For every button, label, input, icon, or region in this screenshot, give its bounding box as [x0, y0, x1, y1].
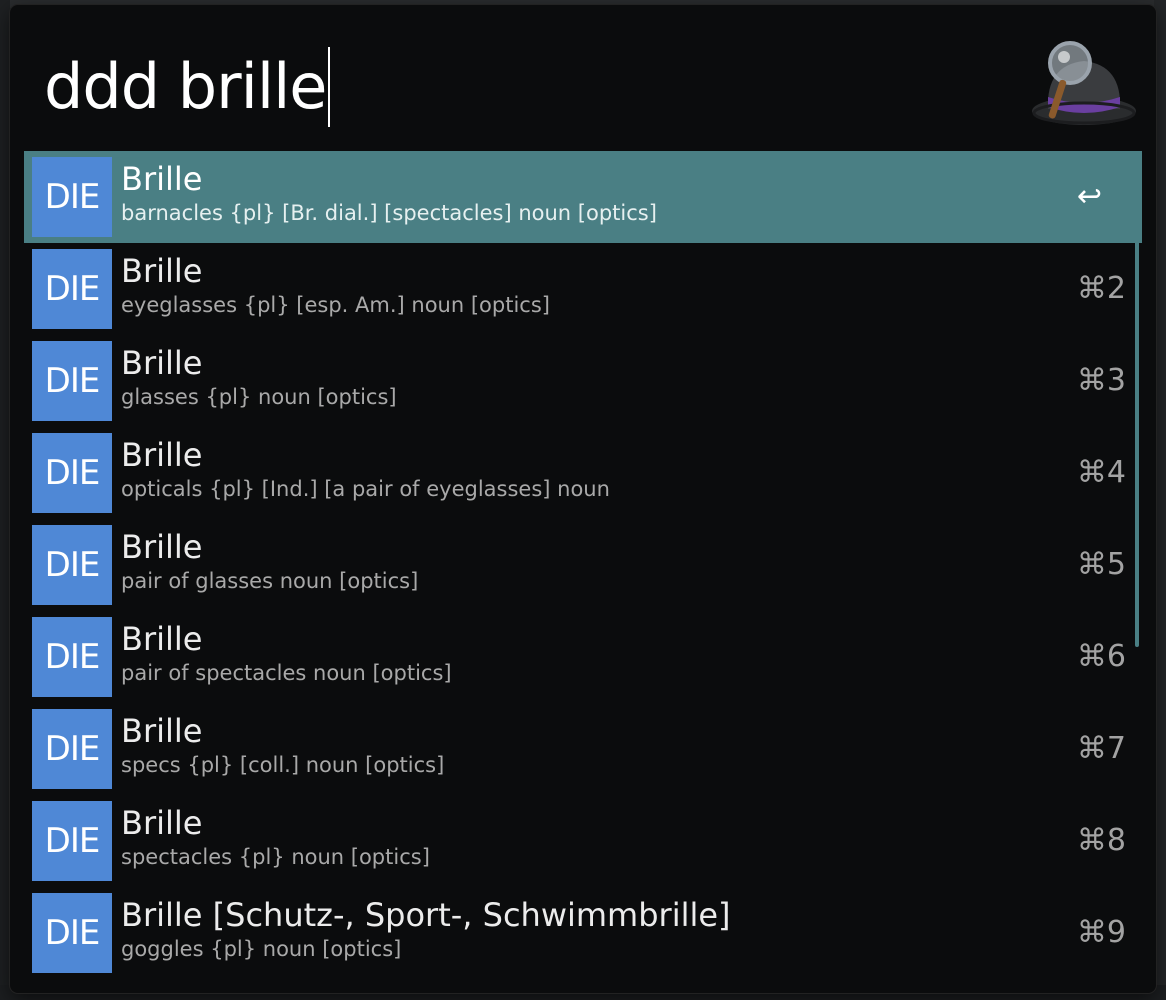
result-shortcut: ⌘3	[1076, 363, 1126, 398]
result-badge: DIE	[32, 709, 112, 789]
result-title: Brille	[121, 620, 203, 658]
search-query-text: ddd brille	[44, 50, 327, 123]
result-text: Brille barnacles {pl} [Br. dial.] [spect…	[121, 159, 1032, 227]
list-item[interactable]: DIE Brille glasses {pl} noun [optics] ⌘3	[24, 335, 1142, 427]
result-title: Brille	[121, 252, 203, 290]
list-item[interactable]: DIE Brille eyeglasses {pl} [esp. Am.] no…	[24, 243, 1142, 335]
result-badge: DIE	[32, 801, 112, 881]
result-text: Brille eyeglasses {pl} [esp. Am.] noun […	[121, 251, 1032, 319]
result-shortcut: ⌘8	[1076, 823, 1126, 858]
result-title: Brille [Schutz-, Sport-, Schwimmbrille]	[121, 896, 731, 934]
result-badge: DIE	[32, 617, 112, 697]
result-text: Brille spectacles {pl} noun [optics]	[121, 803, 1032, 871]
result-subtitle: spectacles {pl} noun [optics]	[121, 845, 430, 869]
alfred-logo-icon	[1032, 41, 1136, 125]
result-text: Brille opticals {pl} [Ind.] [a pair of e…	[121, 435, 1032, 503]
result-shortcut: ⌘6	[1076, 639, 1126, 674]
result-badge: DIE	[32, 433, 112, 513]
result-title: Brille	[121, 160, 203, 198]
result-badge: DIE	[32, 157, 112, 237]
text-caret	[328, 47, 331, 127]
search-input[interactable]: ddd brille	[44, 47, 331, 127]
result-shortcut: ⌘7	[1076, 731, 1126, 766]
results-scrollbar[interactable]	[1135, 155, 1139, 647]
result-badge: DIE	[32, 341, 112, 421]
result-shortcut: ⌘5	[1076, 547, 1126, 582]
launcher-panel: ddd brille DIE Brille barnacles {pl} [Br…	[10, 5, 1156, 993]
list-item[interactable]: DIE Brille opticals {pl} [Ind.] [a pair …	[24, 427, 1142, 519]
result-subtitle: barnacles {pl} [Br. dial.] [spectacles] …	[121, 201, 657, 225]
background-window-left	[0, 0, 10, 1000]
result-subtitle: pair of glasses noun [optics]	[121, 569, 419, 593]
result-title: Brille	[121, 804, 203, 842]
result-badge: DIE	[32, 525, 112, 605]
result-badge: DIE	[32, 249, 112, 329]
list-item[interactable]: DIE Brille barnacles {pl} [Br. dial.] [s…	[24, 151, 1142, 243]
list-item[interactable]: DIE Brille [Schutz-, Sport-, Schwimmbril…	[24, 887, 1142, 979]
result-text: Brille [Schutz-, Sport-, Schwimmbrille] …	[121, 895, 1032, 963]
result-shortcut: ⌘9	[1076, 915, 1126, 950]
list-item[interactable]: DIE Brille pair of glasses noun [optics]…	[24, 519, 1142, 611]
list-item[interactable]: DIE Brille spectacles {pl} noun [optics]…	[24, 795, 1142, 887]
result-subtitle: eyeglasses {pl} [esp. Am.] noun [optics]	[121, 293, 550, 317]
result-title: Brille	[121, 436, 203, 474]
result-title: Brille	[121, 344, 203, 382]
result-title: Brille	[121, 712, 203, 750]
result-subtitle: goggles {pl} noun [optics]	[121, 937, 402, 961]
result-shortcut: ⌘4	[1076, 455, 1126, 490]
result-subtitle: pair of spectacles noun [optics]	[121, 661, 452, 685]
result-shortcut: ⌘2	[1076, 271, 1126, 306]
result-text: Brille specs {pl} [coll.] noun [optics]	[121, 711, 1032, 779]
result-subtitle: specs {pl} [coll.] noun [optics]	[121, 753, 445, 777]
result-text: Brille glasses {pl} noun [optics]	[121, 343, 1032, 411]
result-title: Brille	[121, 528, 203, 566]
result-badge: DIE	[32, 893, 112, 973]
result-text: Brille pair of spectacles noun [optics]	[121, 619, 1032, 687]
result-subtitle: opticals {pl} [Ind.] [a pair of eyeglass…	[121, 477, 610, 501]
list-item[interactable]: DIE Brille pair of spectacles noun [opti…	[24, 611, 1142, 703]
list-item[interactable]: DIE Brille specs {pl} [coll.] noun [opti…	[24, 703, 1142, 795]
result-text: Brille pair of glasses noun [optics]	[121, 527, 1032, 595]
return-icon: ↩	[1076, 179, 1102, 214]
results-list: DIE Brille barnacles {pl} [Br. dial.] [s…	[24, 151, 1142, 979]
result-subtitle: glasses {pl} noun [optics]	[121, 385, 397, 409]
